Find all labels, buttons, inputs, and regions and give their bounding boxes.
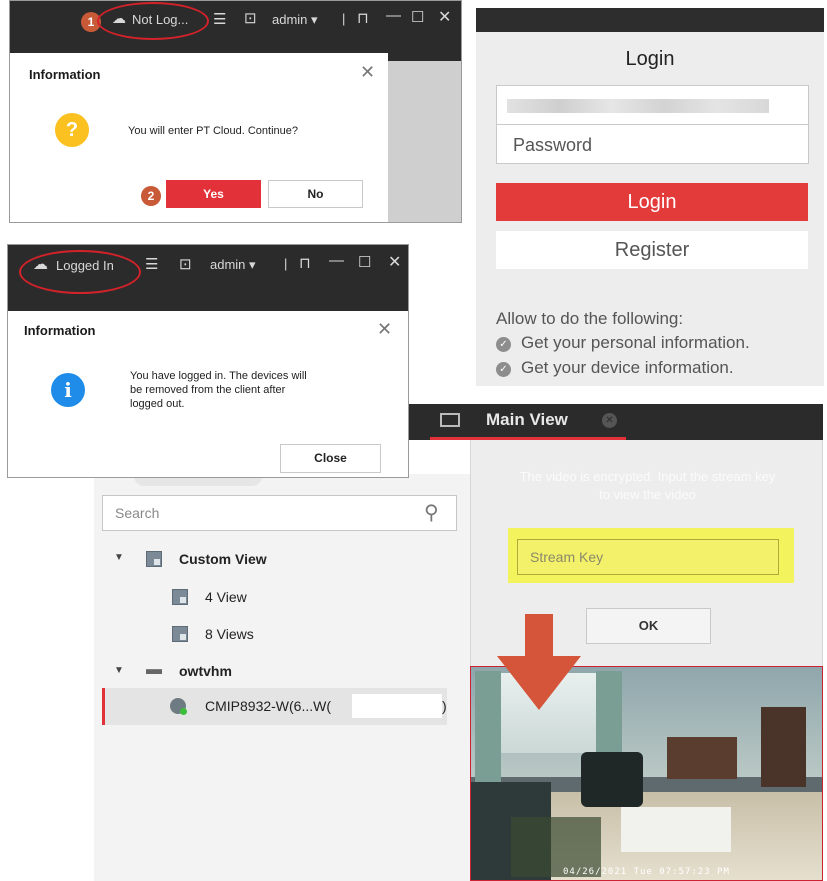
lock-icon[interactable]: ⊓ <box>357 9 369 27</box>
folder-icon: ▬ <box>146 661 162 678</box>
dialog-title: Information <box>24 323 96 338</box>
tree-custom-view[interactable]: Custom View <box>179 551 267 567</box>
tab-close-icon[interactable]: ✕ <box>602 413 617 428</box>
no-button[interactable]: No <box>268 180 363 208</box>
check-icon: ✓ <box>496 337 511 352</box>
password-input[interactable]: Password <box>496 124 809 164</box>
panel-logged-in: ☁ Logged In ☰ ⊡ admin ▾ | ⊓ — ☐ ✕ Inform… <box>7 244 409 478</box>
stream-key-input[interactable]: Stream Key <box>517 539 779 575</box>
user-name: admin <box>210 257 246 272</box>
view-icon <box>172 589 188 605</box>
main-view-icon <box>440 413 460 427</box>
device-name: CMIP8932-W(6...W( <box>205 698 332 714</box>
divider: | <box>342 11 346 26</box>
search-input[interactable]: Search ⚲ <box>102 495 457 531</box>
message-line: to view the video <box>599 487 696 502</box>
tree-view-item[interactable]: 8 Views <box>205 626 254 642</box>
login-panel: Login Password Login Register Allow to d… <box>476 8 824 386</box>
info-icon: i <box>51 373 85 407</box>
search-icon[interactable]: ⚲ <box>424 500 439 524</box>
password-placeholder: Password <box>513 135 593 155</box>
ok-button[interactable]: OK <box>586 608 711 644</box>
message-line: logged out. <box>130 398 185 410</box>
dialog-close-icon[interactable]: ✕ <box>360 62 375 83</box>
tab-main-view[interactable]: Main View ✕ <box>430 404 626 440</box>
yes-button[interactable]: Yes <box>166 180 261 208</box>
highlight-ellipse <box>97 2 209 40</box>
close-window-icon[interactable]: ✕ <box>438 7 451 27</box>
permission-item: ✓ Get your personal information. <box>496 333 750 353</box>
tree-group[interactable]: owtvhm <box>179 663 232 679</box>
maximize-icon[interactable]: ☐ <box>358 253 371 271</box>
maximize-icon[interactable]: ☐ <box>411 8 424 26</box>
minimize-icon[interactable]: — <box>329 252 344 269</box>
divider: | <box>284 256 288 271</box>
room-shelf <box>761 707 806 787</box>
username-redacted <box>507 99 769 113</box>
minimize-icon[interactable]: — <box>386 7 401 24</box>
dialog-title: Information <box>29 67 101 82</box>
list-icon[interactable]: ☰ <box>145 255 158 273</box>
camera-online-dot <box>180 708 187 715</box>
step-2-badge: 2 <box>141 186 161 206</box>
activity-icon[interactable]: ⊡ <box>244 9 257 27</box>
panel-not-logged-in: 1 ☁ Not Log... ☰ ⊡ admin ▾ | ⊓ — ☐ ✕ Inf… <box>9 0 462 223</box>
close-button[interactable]: Close <box>280 444 381 473</box>
dialog-close-icon[interactable]: ✕ <box>377 319 392 340</box>
message-line: be removed from the client after <box>130 384 286 396</box>
permission-text: Get your device information. <box>521 358 734 377</box>
check-icon: ✓ <box>496 362 511 377</box>
login-title: Login <box>625 48 675 70</box>
register-button[interactable]: Register <box>496 231 808 269</box>
message-line: The video is encrypted. Input the stream… <box>519 469 776 484</box>
list-icon[interactable]: ☰ <box>213 10 226 28</box>
info-dialog: Information ✕ ? You will enter PT Cloud.… <box>10 53 388 222</box>
down-arrow-icon <box>497 614 581 710</box>
encrypted-message: The video is encrypted. Input the stream… <box>471 468 824 504</box>
username-input[interactable] <box>496 85 809 125</box>
room-cabinet <box>667 737 737 779</box>
close-window-icon[interactable]: ✕ <box>388 252 401 272</box>
login-header-bar <box>476 8 824 32</box>
expand-arrow-icon[interactable]: ▼ <box>114 552 124 563</box>
message-line: You have logged in. The devices will <box>130 370 307 382</box>
user-menu[interactable]: admin ▾ <box>272 12 318 28</box>
question-icon: ? <box>55 113 89 147</box>
main-view-tabbar: Main View ✕ <box>409 404 823 440</box>
dialog-message: You will enter PT Cloud. Continue? <box>128 125 298 137</box>
tab-main-view-label: Main View <box>486 410 568 429</box>
activity-icon[interactable]: ⊡ <box>179 255 192 273</box>
allow-heading: Allow to do the following: <box>496 309 684 328</box>
login-button[interactable]: Login <box>496 183 808 221</box>
permission-text: Get your personal information. <box>521 333 750 352</box>
view-icon <box>172 626 188 642</box>
highlight-ellipse <box>19 250 141 294</box>
expand-arrow-icon[interactable]: ▼ <box>114 665 124 676</box>
user-name: admin <box>272 12 308 27</box>
permission-item: ✓ Get your device information. <box>496 358 734 378</box>
client-sidebar: Search ⚲ ▼ Custom View 4 View 8 Views ▼ … <box>94 474 470 881</box>
search-placeholder: Search <box>115 505 160 521</box>
tree-device-row[interactable]: CMIP8932-W(6...W( ) <box>102 688 447 725</box>
tree-view-item[interactable]: 4 View <box>205 589 247 605</box>
stream-key-placeholder: Stream Key <box>530 549 604 565</box>
title-bar: 1 ☁ Not Log... ☰ ⊡ admin ▾ | ⊓ — ☐ ✕ <box>10 1 461 61</box>
user-menu[interactable]: admin ▾ <box>210 257 256 273</box>
video-timestamp: 04/26/2021 Tue 07:57:23 PM <box>563 867 730 877</box>
device-redacted <box>352 694 442 718</box>
device-name-suffix: ) <box>442 698 447 714</box>
custom-view-icon <box>146 551 162 567</box>
dialog-message: You have logged in. The devices will be … <box>130 369 307 411</box>
lock-icon[interactable]: ⊓ <box>299 254 311 272</box>
room-table <box>621 807 731 852</box>
room-armchair <box>581 752 643 807</box>
